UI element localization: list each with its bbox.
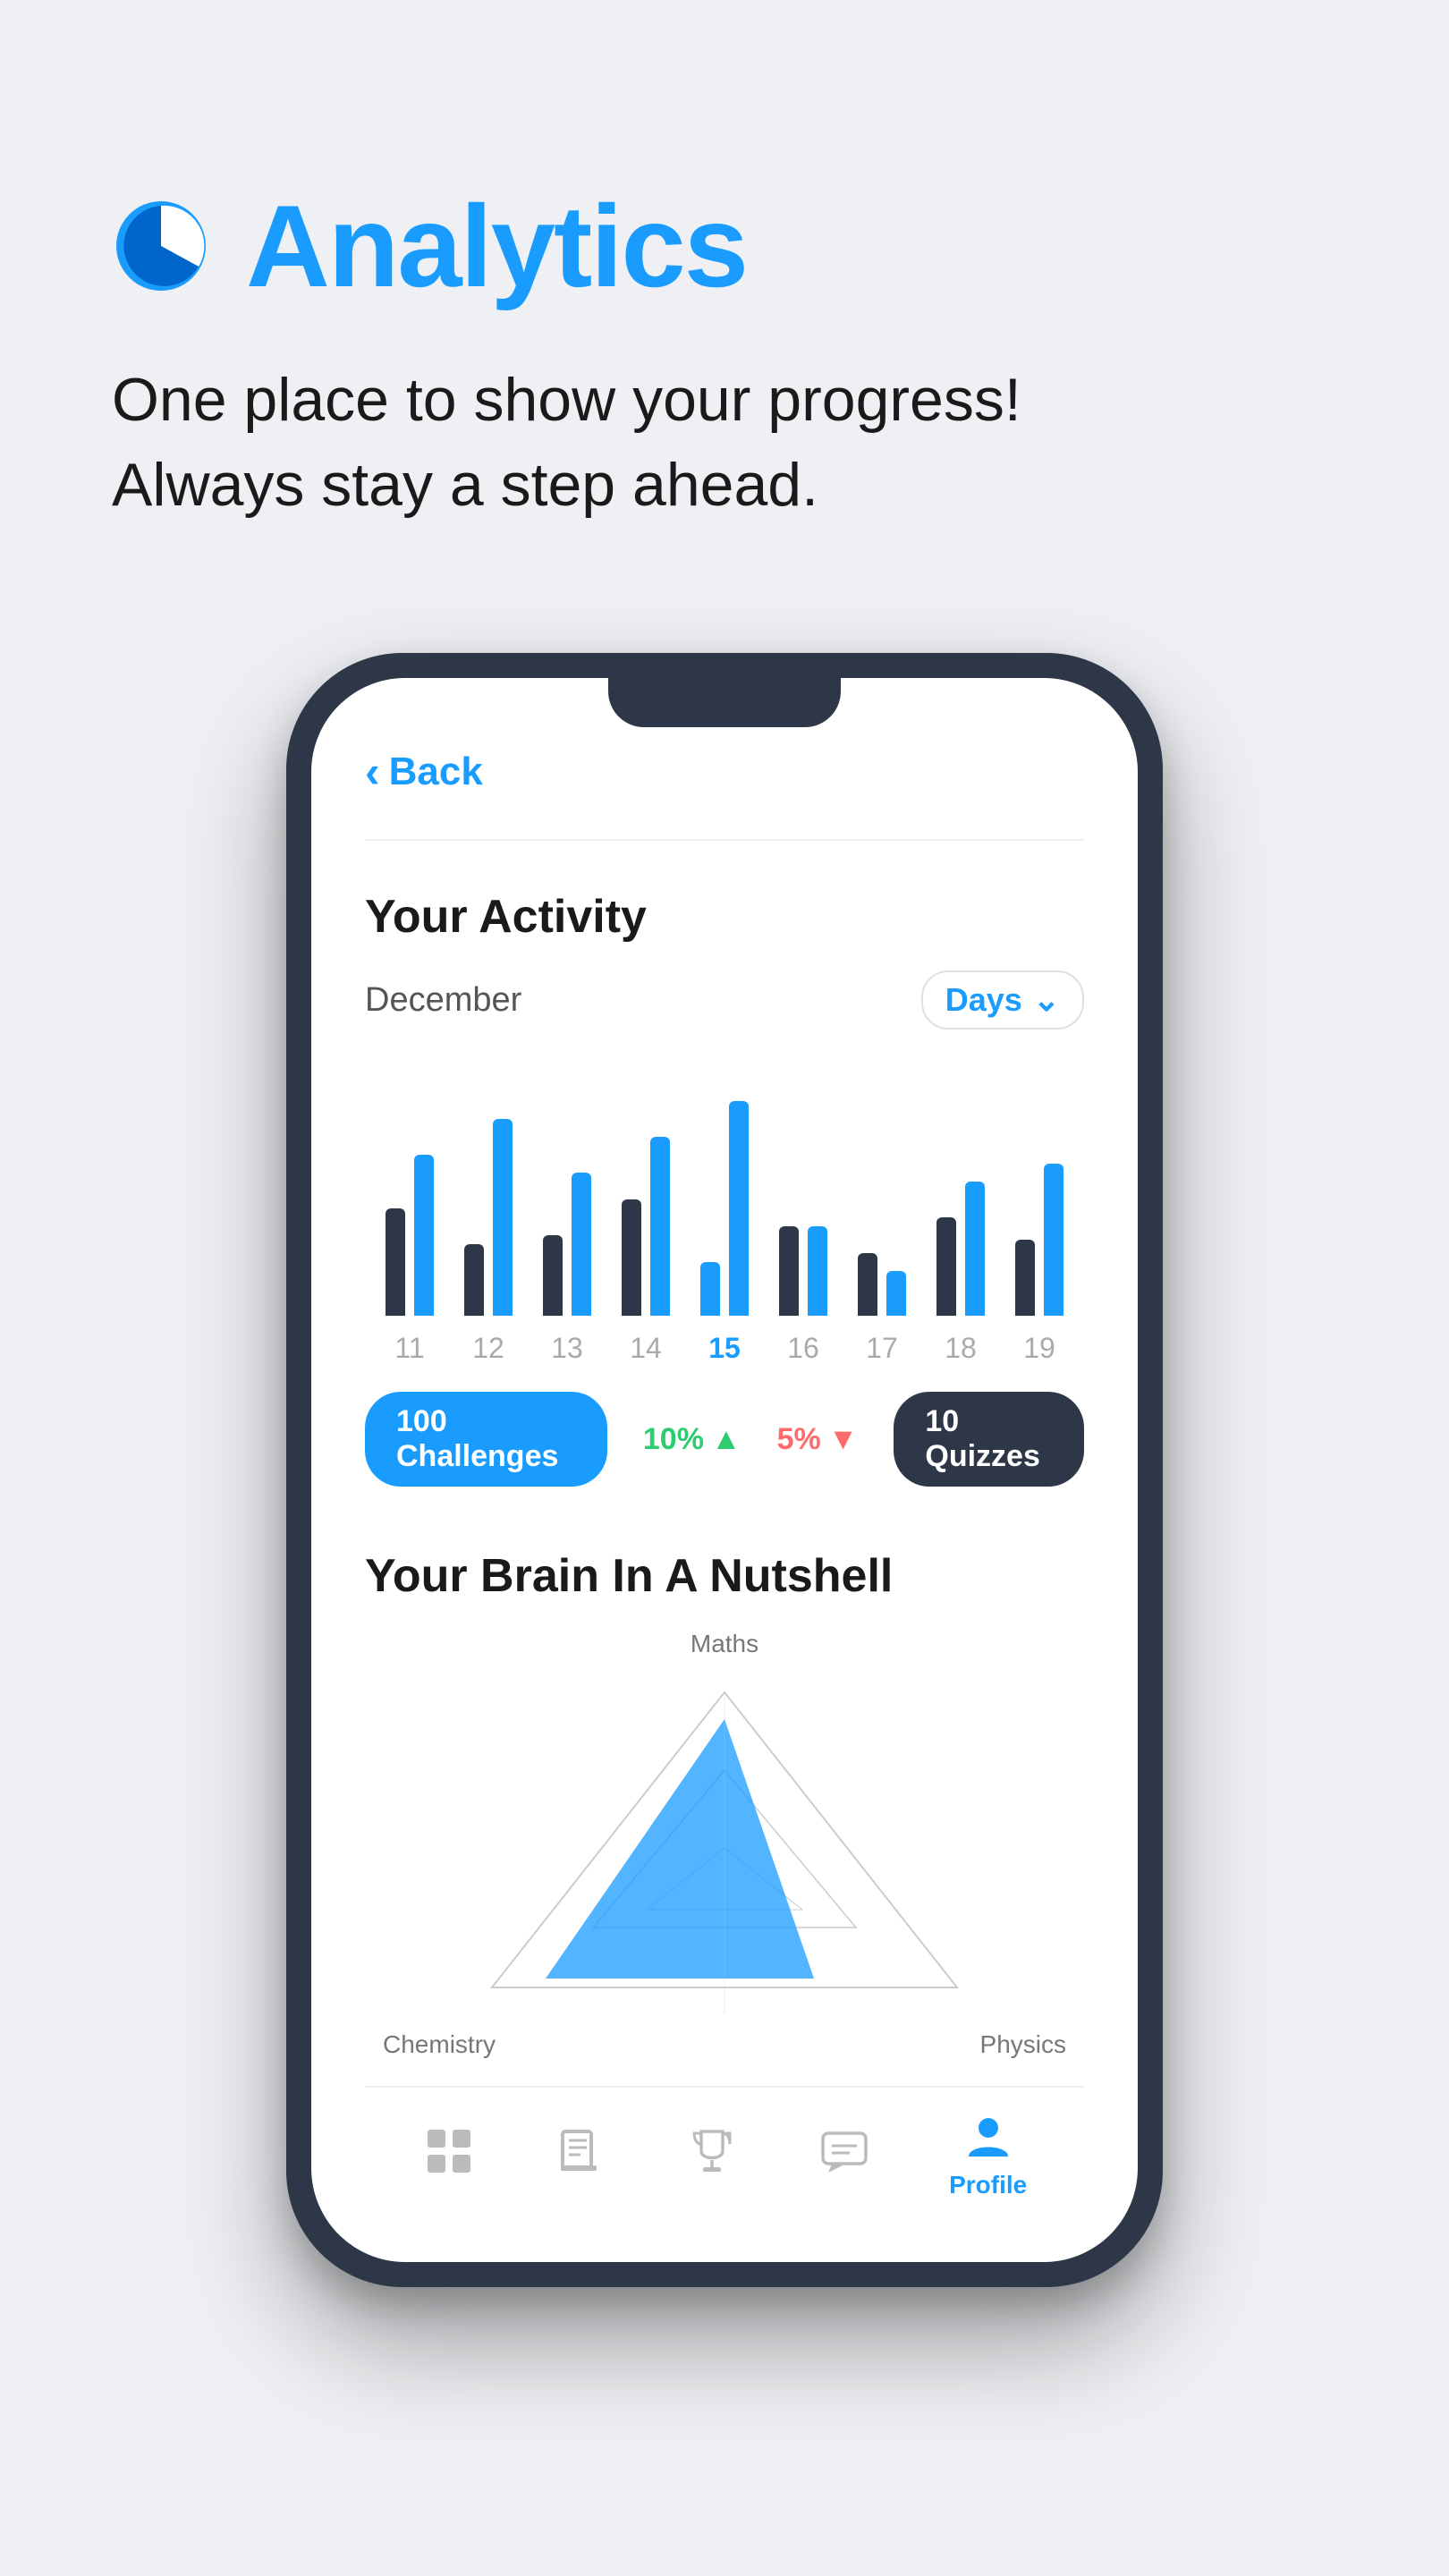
bar-group-12 <box>453 1083 524 1316</box>
bar-blue-13 <box>572 1173 591 1316</box>
phone-container: ‹ Back Your Activity December Days ⌄ <box>0 653 1449 2377</box>
radar-label-maths: Maths <box>691 1630 758 1658</box>
screen-content: ‹ Back Your Activity December Days ⌄ <box>311 678 1138 2262</box>
bar-dark-14 <box>622 1199 641 1316</box>
arrow-down-icon: ▼ <box>828 1422 859 1457</box>
bar-labels: 111213141516171819 <box>365 1332 1084 1365</box>
bar-dark-17 <box>858 1253 877 1316</box>
bar-day-label-16: 16 <box>767 1332 839 1365</box>
bar-day-label-15: 15 <box>689 1332 760 1365</box>
person-icon <box>962 2110 1015 2164</box>
nav-item-home[interactable] <box>422 2124 476 2185</box>
radar-label-physics: Physics <box>980 2030 1066 2059</box>
bar-group-15 <box>689 1083 760 1316</box>
radar-chart: Maths <box>365 1657 1084 2032</box>
bar-group-19 <box>1004 1083 1075 1316</box>
bar-pair-17 <box>858 1083 906 1316</box>
bar-dark-16 <box>779 1226 799 1316</box>
analytics-pie-icon <box>112 197 210 295</box>
stat-green: 10% ▲ <box>643 1422 741 1457</box>
nav-item-books[interactable] <box>554 2124 607 2185</box>
bar-blue-17 <box>886 1271 906 1316</box>
bar-pair-19 <box>1015 1083 1063 1316</box>
bar-blue-16 <box>808 1226 827 1316</box>
quizzes-badge: 10 Quizzes <box>894 1392 1084 1487</box>
radar-label-chemistry: Chemistry <box>383 2030 496 2059</box>
trophy-icon <box>685 2124 739 2178</box>
phone-frame: ‹ Back Your Activity December Days ⌄ <box>286 653 1163 2287</box>
bar-group-14 <box>610 1083 682 1316</box>
brain-section-title: Your Brain In A Nutshell <box>365 1549 1084 1603</box>
bar-dark-19 <box>1015 1240 1035 1316</box>
bar-group-16 <box>767 1083 839 1316</box>
bar-day-label-19: 19 <box>1004 1332 1075 1365</box>
bar-dark-11 <box>386 1208 405 1316</box>
bar-blue-19 <box>1044 1164 1063 1316</box>
phone-notch <box>608 678 841 727</box>
header-title-row: Analytics <box>112 179 1337 313</box>
nav-item-chat[interactable] <box>818 2124 871 2185</box>
phone-screen-area: ‹ Back Your Activity December Days ⌄ <box>311 678 1138 2262</box>
back-button[interactable]: ‹ Back <box>365 750 1084 794</box>
page-title: Analytics <box>246 179 747 313</box>
bar-dark-18 <box>936 1217 956 1316</box>
bar-blue-12 <box>493 1119 513 1316</box>
book-icon <box>554 2124 607 2178</box>
nav-item-trophy[interactable] <box>685 2124 739 2185</box>
nav-item-profile[interactable]: Profile <box>949 2110 1027 2199</box>
chevron-down-icon: ⌄ <box>1033 981 1060 1019</box>
bar-day-label-18: 18 <box>925 1332 996 1365</box>
bar-pair-12 <box>464 1083 513 1316</box>
bar-group-11 <box>374 1083 445 1316</box>
stats-row: 100 Challenges 10% ▲ 5% ▼ 10 Quizzes <box>365 1392 1084 1487</box>
bar-dark-13 <box>543 1235 563 1316</box>
divider <box>365 839 1084 841</box>
radar-svg <box>438 1674 1011 2014</box>
bar-pair-18 <box>936 1083 985 1316</box>
chat-icon <box>818 2124 871 2178</box>
grid-icon <box>422 2124 476 2178</box>
arrow-up-icon: ▲ <box>711 1422 741 1457</box>
bar-group-18 <box>925 1083 996 1316</box>
bar-day-label-13: 13 <box>531 1332 603 1365</box>
bar-pair-13 <box>543 1083 591 1316</box>
bar-blue-14 <box>650 1137 670 1316</box>
bar-dark-15 <box>700 1262 720 1316</box>
activity-bar-chart <box>365 1065 1084 1316</box>
bar-blue-15 <box>729 1101 749 1316</box>
challenges-badge: 100 Challenges <box>365 1392 607 1487</box>
stat-red: 5% ▼ <box>777 1422 859 1457</box>
bar-pair-16 <box>779 1083 827 1316</box>
bar-day-label-17: 17 <box>846 1332 918 1365</box>
brain-section: Your Brain In A Nutshell Maths <box>365 1549 1084 2032</box>
back-chevron-icon: ‹ <box>365 750 380 794</box>
bar-blue-11 <box>414 1155 434 1316</box>
bottom-nav: Profile <box>365 2086 1084 2226</box>
activity-header: December Days ⌄ <box>365 970 1084 1030</box>
bar-pair-14 <box>622 1083 670 1316</box>
bar-pair-11 <box>386 1083 434 1316</box>
activity-section-title: Your Activity <box>365 890 1084 944</box>
bar-day-label-12: 12 <box>453 1332 524 1365</box>
back-label: Back <box>389 750 483 794</box>
header-subtitle: One place to show your progress! Always … <box>112 358 1337 528</box>
period-selector[interactable]: Days ⌄ <box>921 970 1084 1030</box>
header-section: Analytics One place to show your progres… <box>0 0 1449 581</box>
nav-label-profile: Profile <box>949 2171 1027 2199</box>
bar-group-13 <box>531 1083 603 1316</box>
bar-day-label-11: 11 <box>374 1332 445 1365</box>
bar-day-label-14: 14 <box>610 1332 682 1365</box>
bar-group-17 <box>846 1083 918 1316</box>
bar-blue-18 <box>965 1182 985 1316</box>
month-label: December <box>365 981 521 1020</box>
bar-dark-12 <box>464 1244 484 1316</box>
bar-pair-15 <box>700 1083 749 1316</box>
